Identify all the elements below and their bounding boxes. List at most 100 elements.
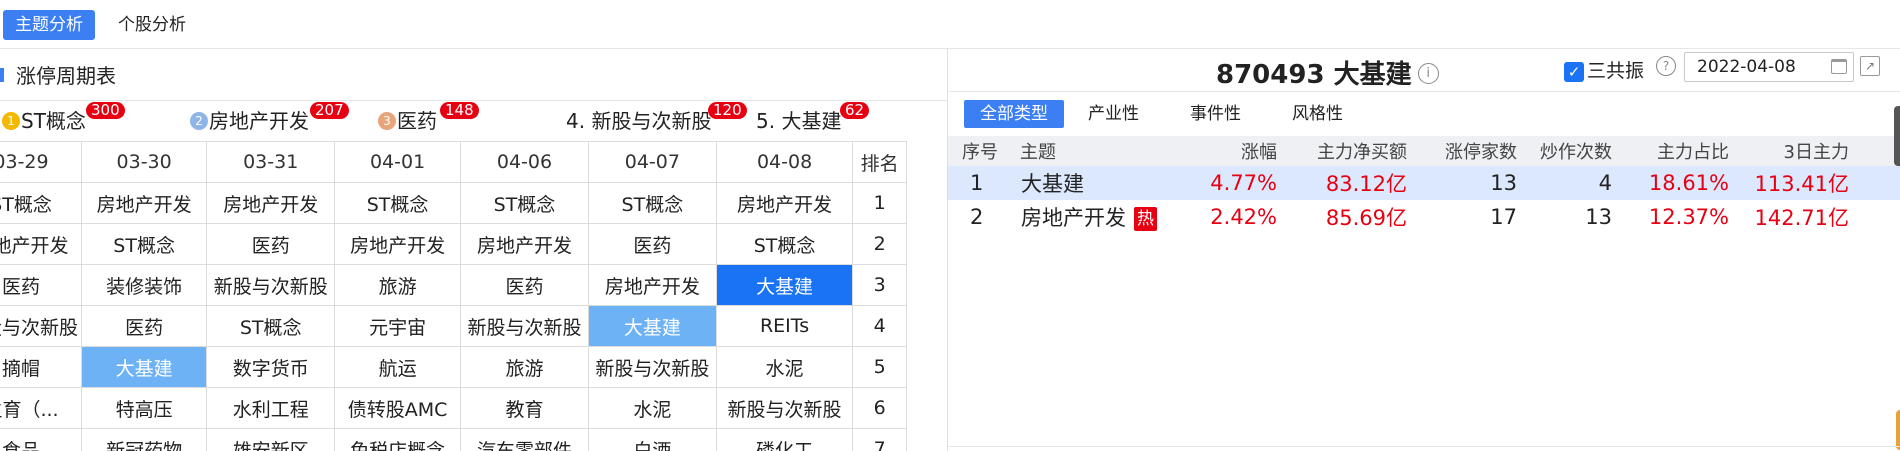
rank-prefix: 4. <box>566 109 592 133</box>
table-cell[interactable]: 新股与次新股 <box>587 346 717 388</box>
table-cell-highlighted[interactable]: 大基建 <box>715 264 854 306</box>
rank-item-3[interactable]: 3 医药 148 <box>378 102 479 136</box>
hype-count: 13 <box>1585 205 1612 229</box>
theme-name[interactable]: 房地产开发 <box>1021 206 1126 230</box>
scrollbar-handle[interactable] <box>1894 106 1900 166</box>
table-cell[interactable]: 装修装饰 <box>81 264 208 306</box>
table-cell[interactable]: 免税店概念 <box>334 428 462 451</box>
column-header[interactable]: 主力占比 <box>1613 136 1730 166</box>
table-row: 生育（... 特高压 水利工程 债转股AMC 教育 水泥 新股与次新股 6 <box>0 387 907 429</box>
divider <box>948 446 1900 447</box>
table-cell[interactable]: 新股与次新股 <box>206 264 336 306</box>
table-cell[interactable]: 教育 <box>460 387 589 429</box>
column-header[interactable]: 03-29 <box>0 141 83 183</box>
net-buy: 83.12亿 <box>1278 166 1408 200</box>
column-header[interactable]: 涨停家数 <box>1408 136 1518 166</box>
subtab-style[interactable]: 风格性 <box>1292 100 1343 128</box>
column-header[interactable]: 03-30 <box>81 141 208 183</box>
table-header-row: 序号 主题 涨幅 主力净买额 涨停家数 炒作次数 主力占比 3日主力 <box>948 136 1900 166</box>
column-header[interactable]: 04-06 <box>460 141 589 183</box>
external-link-icon[interactable]: ↗ <box>1860 56 1880 76</box>
table-cell[interactable]: 房地产开发 <box>587 264 717 306</box>
column-header[interactable]: 序号 <box>948 136 1020 166</box>
table-cell[interactable]: 摘帽 <box>0 346 83 388</box>
table-cell[interactable]: 医药 <box>587 223 717 265</box>
tab-stock-analysis[interactable]: 个股分析 <box>106 10 198 40</box>
table-cell[interactable]: ST概念 <box>81 223 208 265</box>
table-cell[interactable]: ST概念 <box>0 182 83 224</box>
table-cell[interactable]: 医药 <box>206 223 336 265</box>
table-cell[interactable]: 新股与次新股 <box>460 305 589 347</box>
column-header[interactable]: 04-01 <box>334 141 462 183</box>
table-row-selected[interactable]: 1 大基建 4.77% 83.12亿 13 4 18.61% 113.41亿 <box>948 166 1900 200</box>
table-cell[interactable]: 食品 <box>0 428 83 451</box>
column-header[interactable]: 04-07 <box>587 141 717 183</box>
subtab-event[interactable]: 事件性 <box>1190 100 1241 128</box>
rank-item-5[interactable]: 5. 大基建 62 <box>756 102 870 136</box>
table-cell[interactable]: 白酒 <box>587 428 717 451</box>
subtab-industry[interactable]: 产业性 <box>1088 100 1139 128</box>
table-cell[interactable]: 汽车零部件 <box>460 428 589 451</box>
rank-name: 新股与次新股 <box>591 109 712 133</box>
column-header[interactable]: 主题 <box>1020 136 1190 166</box>
table-cell[interactable]: 新冠药物 <box>81 428 208 451</box>
scrollbar-marker[interactable] <box>1896 410 1900 450</box>
resonance-checkbox[interactable]: ✓ 三共振 <box>1564 56 1644 83</box>
table-cell[interactable]: 旅游 <box>460 346 589 388</box>
date-picker[interactable]: 2022-04-08 <box>1684 52 1854 82</box>
column-header[interactable]: 涨幅 <box>1190 136 1278 166</box>
table-cell[interactable]: 房地产开发 <box>715 182 854 224</box>
calendar-icon[interactable] <box>1831 59 1847 74</box>
column-header[interactable]: 03-31 <box>206 141 336 183</box>
table-cell[interactable]: ST概念 <box>460 182 589 224</box>
table-cell[interactable]: REITs <box>715 305 854 347</box>
table-cell[interactable]: 医药 <box>460 264 589 306</box>
table-cell[interactable]: ST概念 <box>206 305 336 347</box>
table-cell[interactable]: ST概念 <box>587 182 717 224</box>
info-icon[interactable]: i <box>1417 63 1439 84</box>
table-cell[interactable]: 房地产开发 <box>460 223 589 265</box>
table-cell[interactable]: 房地产开发 <box>206 182 336 224</box>
table-row[interactable]: 2 房地产开发热 2.42% 85.69亿 17 13 12.37% 142.7… <box>948 200 1900 234</box>
silver-medal-icon: 2 <box>190 111 208 130</box>
table-cell-highlighted[interactable]: 大基建 <box>81 346 208 388</box>
checkbox-checked-icon[interactable]: ✓ <box>1564 61 1584 82</box>
limit-up-count: 13 <box>1408 166 1518 200</box>
rank-item-1[interactable]: 1 ST概念 300 <box>2 102 125 136</box>
table-cell[interactable]: 水泥 <box>587 387 717 429</box>
table-cell[interactable]: 水泥 <box>715 346 854 388</box>
rank-name: 房地产开发 <box>209 109 309 133</box>
rank-item-2[interactable]: 2 房地产开发 207 <box>190 102 349 136</box>
table-cell[interactable]: ST概念 <box>334 182 462 224</box>
table-cell[interactable]: 生育（... <box>0 387 83 429</box>
table-cell[interactable]: 新股与次新股 <box>0 305 83 347</box>
table-cell[interactable]: 雄安新区 <box>206 428 336 451</box>
table-cell[interactable]: 航运 <box>334 346 462 388</box>
table-cell[interactable]: 债转股AMC <box>334 387 462 429</box>
table-cell[interactable]: 新股与次新股 <box>715 387 854 429</box>
tab-theme-analysis[interactable]: 主题分析 <box>3 10 95 40</box>
table-cell[interactable]: 水利工程 <box>206 387 336 429</box>
table-cell[interactable]: 医药 <box>81 305 208 347</box>
table-cell[interactable]: 数字货币 <box>206 346 336 388</box>
column-header[interactable]: 04-08 <box>715 141 854 183</box>
table-cell[interactable]: 元宇宙 <box>334 305 462 347</box>
table-cell[interactable]: 房地产开发 <box>0 223 83 265</box>
column-header[interactable]: 3日主力 <box>1730 136 1850 166</box>
table-cell[interactable]: ST概念 <box>715 223 854 265</box>
theme-name-cell[interactable]: 房地产开发热 <box>1020 200 1190 234</box>
table-cell[interactable]: 特高压 <box>81 387 208 429</box>
rank-item-4[interactable]: 4. 新股与次新股 120 <box>566 102 747 136</box>
subtab-all[interactable]: 全部类型 <box>964 100 1064 128</box>
column-header[interactable]: 主力净买额 <box>1278 136 1408 166</box>
help-icon[interactable]: ? <box>1656 56 1676 76</box>
table-cell[interactable]: 旅游 <box>334 264 462 306</box>
column-header[interactable]: 炒作次数 <box>1518 136 1613 166</box>
table-cell[interactable]: 房地产开发 <box>334 223 462 265</box>
table-cell[interactable]: 磷化工 <box>715 428 854 451</box>
theme-name[interactable]: 大基建 <box>1020 166 1190 200</box>
table-cell[interactable]: 医药 <box>0 264 83 306</box>
table-cell-highlighted[interactable]: 大基建 <box>587 305 717 347</box>
table-cell[interactable]: 房地产开发 <box>81 182 208 224</box>
table-row: 摘帽 大基建 数字货币 航运 旅游 新股与次新股 水泥 5 <box>0 346 907 388</box>
